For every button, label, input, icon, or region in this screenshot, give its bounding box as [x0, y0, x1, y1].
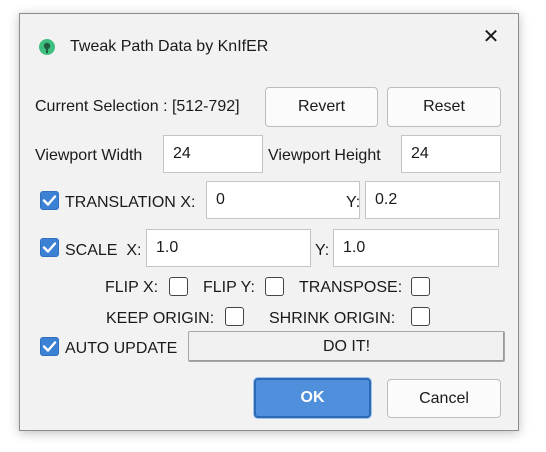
current-selection-label: Current Selection : [512-792] — [35, 98, 240, 115]
viewport-height-label: Viewport Height — [268, 147, 381, 164]
translation-y-input[interactable]: 0.2 — [365, 181, 500, 219]
flip-y-label: FLIP Y: — [203, 279, 255, 296]
viewport-width-input[interactable]: 24 — [163, 135, 263, 173]
auto-update-checkbox[interactable] — [40, 337, 59, 356]
translation-x-label: TRANSLATION X: — [65, 194, 196, 211]
shrink-origin-checkbox[interactable] — [411, 307, 430, 326]
shrink-origin-label: SHRINK ORIGIN: — [269, 310, 396, 327]
translation-x-input[interactable]: 0 — [206, 181, 360, 219]
scale-x-label: SCALE X: — [65, 242, 142, 259]
scale-y-value: 1.0 — [343, 239, 366, 256]
viewport-height-input[interactable]: 24 — [401, 135, 501, 173]
do-it-button[interactable]: DO IT! — [188, 331, 505, 362]
auto-update-label: AUTO UPDATE — [65, 340, 178, 357]
app-icon — [38, 38, 56, 56]
keep-origin-checkbox[interactable] — [225, 307, 244, 326]
window-title: Tweak Path Data by KnIfER — [70, 38, 269, 55]
keep-origin-label: KEEP ORIGIN: — [106, 310, 215, 327]
translation-y-label: Y: — [346, 194, 361, 211]
viewport-width-value: 24 — [173, 145, 191, 162]
scale-checkbox[interactable] — [40, 238, 59, 257]
flip-y-checkbox[interactable] — [265, 277, 284, 296]
flip-x-label: FLIP X: — [105, 279, 159, 296]
close-icon[interactable]: ✕ — [480, 26, 502, 48]
flip-x-checkbox[interactable] — [169, 277, 188, 296]
transpose-checkbox[interactable] — [411, 277, 430, 296]
ok-button[interactable]: OK — [254, 378, 371, 418]
translation-x-value: 0 — [216, 191, 225, 208]
tweak-path-dialog: Tweak Path Data by KnIfER ✕ Current Sele… — [19, 13, 519, 431]
viewport-width-label: Viewport Width — [35, 147, 143, 164]
translation-y-value: 0.2 — [375, 191, 398, 208]
viewport-height-value: 24 — [411, 145, 429, 162]
scale-y-input[interactable]: 1.0 — [333, 229, 499, 267]
cancel-button[interactable]: Cancel — [387, 379, 501, 418]
revert-button[interactable]: Revert — [265, 87, 378, 127]
reset-button[interactable]: Reset — [387, 87, 501, 127]
scale-x-value: 1.0 — [156, 239, 179, 256]
scale-y-label: Y: — [315, 242, 330, 259]
translation-checkbox[interactable] — [40, 191, 59, 210]
scale-x-input[interactable]: 1.0 — [146, 229, 311, 267]
transpose-label: TRANSPOSE: — [299, 279, 403, 296]
